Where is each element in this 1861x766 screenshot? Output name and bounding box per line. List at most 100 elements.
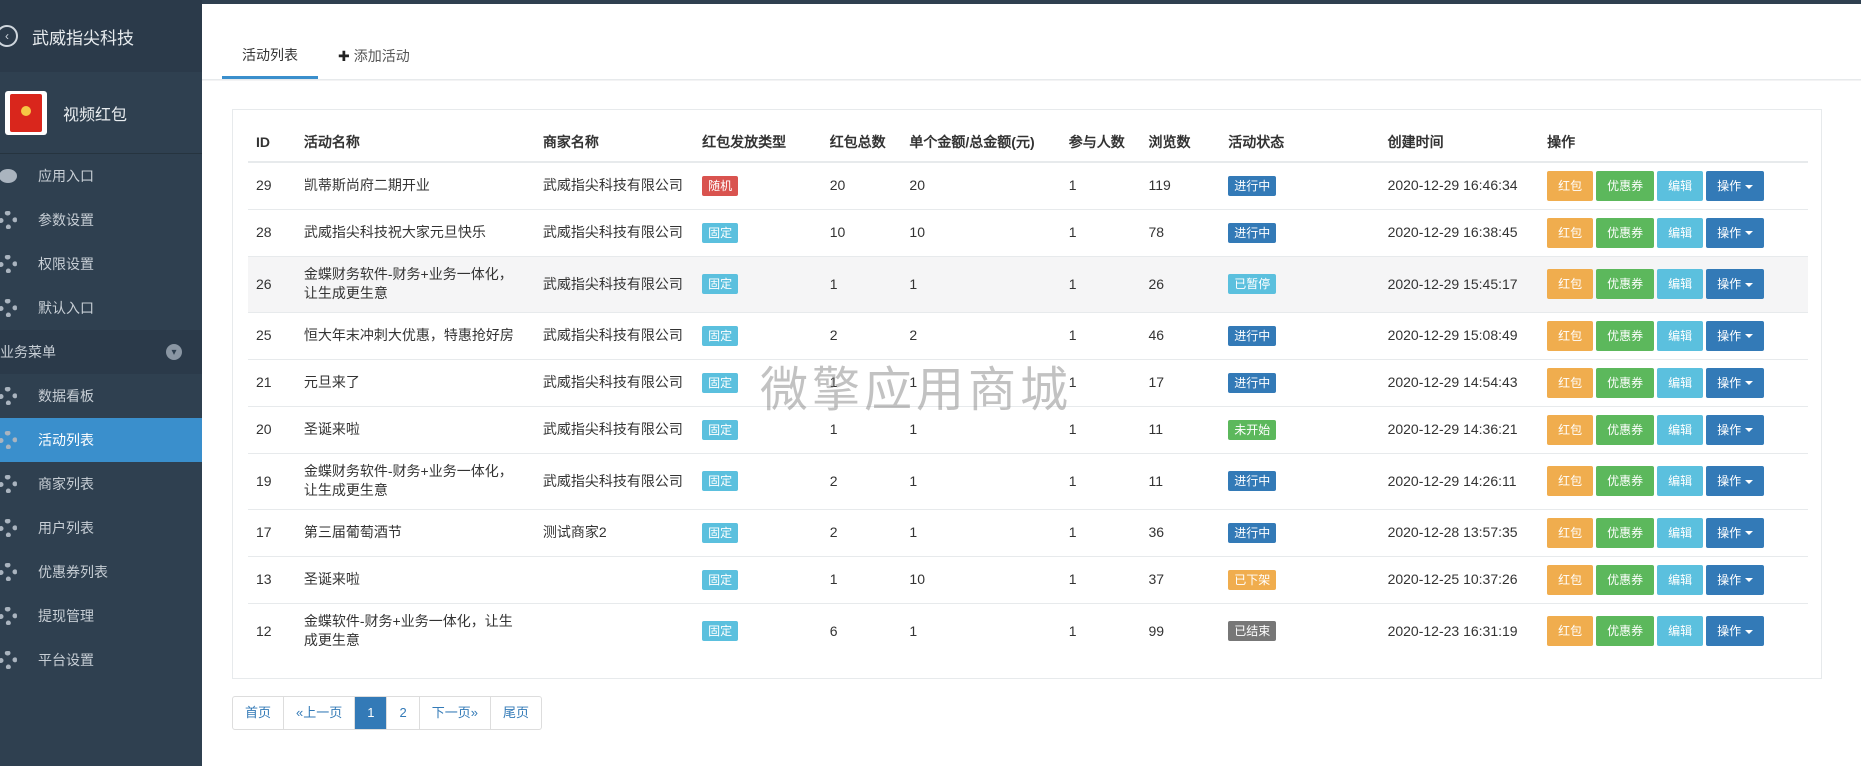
tab-add-activity[interactable]: ✚ 添加活动: [318, 33, 430, 79]
sidebar-item[interactable]: 默认入口: [0, 286, 202, 330]
coupon-button[interactable]: 优惠券: [1596, 517, 1655, 548]
page-prev[interactable]: «上一页: [284, 697, 356, 729]
operations-dropdown-button[interactable]: 操作: [1706, 517, 1765, 548]
caret-down-icon: [1745, 282, 1754, 287]
page-2[interactable]: 2: [387, 697, 420, 729]
sidebar-item[interactable]: 应用入口: [0, 154, 202, 198]
status-badge: 未开始: [1228, 419, 1277, 440]
sidebar-item[interactable]: 优惠券列表: [0, 550, 202, 594]
edit-button-label: 编辑: [1668, 328, 1693, 343]
operations-dropdown-button[interactable]: 操作: [1706, 269, 1765, 299]
operations-dropdown-button[interactable]: 操作: [1706, 217, 1765, 248]
coupon-button-label: 优惠券: [1607, 328, 1644, 343]
coupon-button-label: 优惠券: [1607, 277, 1644, 291]
operations-dropdown-button-label: 操作: [1717, 624, 1742, 639]
hongbao-button-label: 红包: [1558, 624, 1583, 639]
type-badge: 固定: [702, 222, 739, 243]
coupon-button-label: 优惠券: [1607, 178, 1644, 193]
tab-activity-list[interactable]: 活动列表: [222, 33, 318, 79]
operations-dropdown-button[interactable]: 操作: [1706, 367, 1765, 398]
edit-button[interactable]: 编辑: [1657, 217, 1704, 248]
activity-name-line2: 让生成更生意: [303, 285, 388, 301]
edit-button[interactable]: 编辑: [1657, 466, 1704, 496]
hongbao-button[interactable]: 红包: [1547, 517, 1594, 548]
operations-dropdown-button[interactable]: 操作: [1706, 320, 1765, 351]
coupon-button[interactable]: 优惠券: [1596, 217, 1655, 248]
coupon-button[interactable]: 优惠券: [1596, 564, 1655, 595]
hongbao-button[interactable]: 红包: [1547, 217, 1594, 248]
cell-total: 20: [821, 161, 902, 209]
sidebar-item[interactable]: 活动列表: [0, 418, 202, 462]
hongbao-button[interactable]: 红包: [1547, 616, 1594, 647]
activity-name: 武威指尖科技祝大家元旦快乐: [303, 224, 486, 240]
column-header: 商家名称: [534, 122, 695, 163]
hongbao-button[interactable]: 红包: [1547, 170, 1594, 201]
gear-icon: [0, 386, 18, 406]
coupon-button[interactable]: 优惠券: [1596, 616, 1655, 647]
coupon-button-label: 优惠券: [1607, 474, 1644, 488]
cell-id: 20: [248, 405, 296, 453]
page-next[interactable]: 下一页»: [420, 697, 491, 729]
sidebar-item[interactable]: 平台设置: [0, 638, 202, 682]
operations-dropdown-button[interactable]: 操作: [1706, 414, 1765, 445]
edit-button[interactable]: 编辑: [1657, 170, 1704, 201]
edit-button[interactable]: 编辑: [1657, 414, 1704, 445]
operations-dropdown-button[interactable]: 操作: [1706, 170, 1765, 201]
hongbao-button[interactable]: 红包: [1547, 269, 1594, 299]
hongbao-button-label: 红包: [1558, 375, 1583, 390]
hongbao-button[interactable]: 红包: [1547, 320, 1594, 351]
cell-id: 13: [248, 555, 296, 603]
coupon-button[interactable]: 优惠券: [1596, 466, 1655, 496]
page-1[interactable]: 1: [355, 697, 388, 729]
coupon-button[interactable]: 优惠券: [1596, 414, 1655, 445]
back-icon[interactable]: ‹: [0, 25, 18, 47]
page-last[interactable]: 尾页: [491, 697, 541, 729]
edit-button[interactable]: 编辑: [1657, 517, 1704, 548]
edit-button[interactable]: 编辑: [1657, 616, 1704, 647]
status-badge: 进行中: [1228, 471, 1277, 491]
sidebar-item[interactable]: 数据看板: [0, 374, 202, 418]
cell-type: 固定: [694, 602, 822, 659]
caret-down-icon: [1745, 428, 1754, 433]
operations-dropdown-button[interactable]: 操作: [1706, 616, 1765, 647]
chevron-down-icon[interactable]: ▾: [166, 344, 182, 360]
cell-total: 2: [821, 452, 902, 509]
hongbao-button[interactable]: 红包: [1547, 367, 1594, 398]
sidebar-item[interactable]: 参数设置: [0, 198, 202, 242]
section-business-menu[interactable]: 业务菜单 ▾: [0, 330, 202, 374]
coupon-button[interactable]: 优惠券: [1596, 367, 1655, 398]
cell-amount: 1: [901, 255, 1061, 312]
sidebar-item-label: 数据看板: [38, 388, 94, 404]
cell-merchant: 武威指尖科技有限公司: [534, 405, 695, 453]
operations-dropdown-button[interactable]: 操作: [1706, 564, 1765, 595]
table-row: 26 金蝶财务软件-财务+业务一体化， 让生成更生意 武威指尖科技有限公司 固定 1 1 1 2…: [248, 255, 1808, 312]
hongbao-button[interactable]: 红包: [1547, 564, 1594, 595]
type-badge: 固定: [702, 522, 739, 543]
cell-amount: 1: [901, 602, 1061, 659]
coupon-button[interactable]: 优惠券: [1596, 170, 1655, 201]
operations-dropdown-button[interactable]: 操作: [1706, 466, 1765, 496]
hongbao-button[interactable]: 红包: [1547, 414, 1594, 445]
page-first[interactable]: 首页: [233, 697, 285, 729]
sidebar-item[interactable]: 权限设置: [0, 242, 202, 286]
cell-created: 2020-12-29 14:54:43: [1379, 358, 1540, 406]
coupon-button[interactable]: 优惠券: [1596, 269, 1655, 299]
hongbao-button[interactable]: 红包: [1547, 466, 1594, 496]
sidebar-item[interactable]: 用户列表: [0, 506, 202, 550]
coupon-button[interactable]: 优惠券: [1596, 320, 1655, 351]
cell-merchant: [534, 602, 695, 659]
edit-button-label: 编辑: [1668, 525, 1693, 540]
edit-button[interactable]: 编辑: [1657, 320, 1704, 351]
cell-status: 进行中: [1220, 452, 1380, 509]
sidebar-item-label: 平台设置: [38, 652, 94, 668]
cell-id: 29: [248, 161, 296, 209]
edit-button[interactable]: 编辑: [1657, 367, 1704, 398]
edit-button[interactable]: 编辑: [1657, 564, 1704, 595]
coupon-button-label: 优惠券: [1607, 525, 1644, 540]
table-row: 13 圣诞来啦 固定 1 10 1 37 已下架 2020-12-25 10:37:26 红包 优惠…: [248, 555, 1808, 603]
sidebar-item[interactable]: 提现管理: [0, 594, 202, 638]
edit-button[interactable]: 编辑: [1657, 269, 1704, 299]
sidebar-header: ‹ 武威指尖科技: [0, 0, 202, 72]
company-name: 武威指尖科技: [32, 28, 134, 48]
sidebar-item[interactable]: 商家列表: [0, 462, 202, 506]
